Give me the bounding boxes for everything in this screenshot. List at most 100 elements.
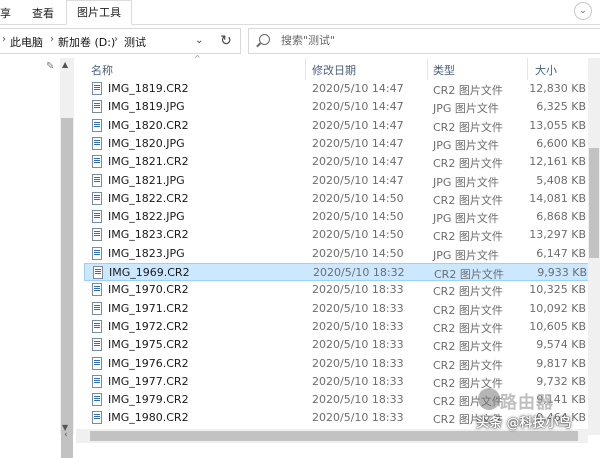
navigation-scrollbar[interactable]: ▲ ▼ [60,58,74,458]
search-input[interactable] [281,32,581,48]
file-name: IMG_1821.CR2 [108,155,189,169]
tab-view[interactable]: 查看 [32,5,54,21]
file-row[interactable]: IMG_1822.CR2 2020/5/10 14:50 CR2 图片文件 14,08… [84,190,592,208]
tab-share[interactable]: 享 [0,5,11,21]
file-name: IMG_1821.JPG [108,173,185,187]
file-size: 13,297 KB [529,228,586,242]
image-file-icon [92,246,102,260]
file-modified-date: 2020/5/10 14:50 [312,228,404,242]
file-row[interactable]: IMG_1823.CR2 2020/5/10 14:50 CR2 图片文件 13,29… [84,226,592,244]
file-row[interactable]: IMG_1821.CR2 2020/5/10 14:47 CR2 图片文件 12,16… [84,153,592,171]
file-row[interactable]: IMG_1823.JPG 2020/5/10 14:50 JPG 图片文件 6,147… [84,245,592,263]
file-type: CR2 图片文件 [433,303,503,317]
file-row[interactable]: IMG_1972.CR2 2020/5/10 18:33 CR2 图片文件 10,60… [84,318,592,336]
search-box[interactable] [248,28,600,54]
navigation-scroll-thumb[interactable] [61,118,73,458]
file-size: 10,605 KB [529,319,586,333]
file-name: IMG_1819.JPG [108,100,185,114]
breadcrumb-separator-icon: › [2,34,6,45]
file-name: IMG_1972.CR2 [108,319,189,333]
file-row[interactable]: IMG_1819.JPG 2020/5/10 14:47 JPG 图片文件 6,325… [84,98,592,116]
file-size: 13,055 KB [529,118,586,132]
watermark-text: 头条 @科技小鸟 [476,416,572,431]
scroll-left-icon[interactable]: ‹ [64,430,68,440]
file-type: CR2 图片文件 [434,268,504,281]
column-header-size[interactable]: 大小 [535,62,557,78]
file-row[interactable]: IMG_1821.JPG 2020/5/10 14:47 JPG 图片文件 5,408… [84,172,592,190]
column-header-type[interactable]: 类型 [433,62,455,78]
search-icon [259,34,270,45]
breadcrumb-this-pc[interactable]: 此电脑 [10,34,43,50]
file-row[interactable]: IMG_1969.CR2 2020/5/10 18:32 CR2 图片文件 9,933… [84,263,592,281]
breadcrumb-folder[interactable]: 测试 [124,34,146,50]
file-row[interactable]: IMG_1822.JPG 2020/5/10 14:50 JPG 图片文件 6,868… [84,208,592,226]
file-modified-date: 2020/5/10 18:33 [312,411,404,425]
file-row[interactable]: IMG_1970.CR2 2020/5/10 18:33 CR2 图片文件 10,32… [84,281,592,299]
image-file-icon [92,338,102,352]
horizontal-scroll-thumb[interactable] [90,431,578,441]
breadcrumb-drive[interactable]: 新加卷 (D:) [58,34,115,50]
file-list-scrollbar[interactable] [588,58,600,435]
ribbon-expand-chevron-icon[interactable]: ⌄ [574,2,592,20]
column-divider[interactable] [305,58,306,80]
file-type: JPG 图片文件 [433,102,499,116]
scroll-up-icon[interactable]: ▲ [62,60,68,69]
file-type: JPG 图片文件 [433,175,499,189]
breadcrumb-separator-icon[interactable]: › [50,34,54,45]
breadcrumb-separator-icon[interactable]: › [114,34,118,45]
image-file-icon [92,393,102,407]
file-modified-date: 2020/5/10 14:50 [312,210,404,224]
file-modified-date: 2020/5/10 18:32 [313,266,405,279]
file-row[interactable]: IMG_1820.JPG 2020/5/10 14:47 JPG 图片文件 6,600… [84,135,592,153]
file-row[interactable]: IMG_1976.CR2 2020/5/10 18:33 CR2 图片文件 9,817… [84,355,592,373]
file-name: IMG_1977.CR2 [108,374,189,388]
tab-picture-tools[interactable]: 图片工具 [66,0,132,25]
column-header-name[interactable]: 名称 [91,62,113,78]
file-name: IMG_1979.CR2 [108,393,189,407]
file-modified-date: 2020/5/10 14:47 [312,82,404,95]
image-file-icon [92,82,102,95]
file-modified-date: 2020/5/10 18:33 [312,374,404,388]
file-type: CR2 图片文件 [433,285,503,299]
column-divider[interactable] [427,58,428,80]
file-name: IMG_1969.CR2 [109,266,190,279]
file-name: IMG_1823.CR2 [108,228,189,242]
file-name: IMG_1822.JPG [108,210,185,224]
file-name: IMG_1823.JPG [108,246,185,260]
column-divider[interactable] [527,58,528,80]
file-size: 10,092 KB [529,301,586,315]
file-modified-date: 2020/5/10 18:33 [312,338,404,352]
file-list-scroll-thumb[interactable] [589,148,599,258]
address-dropdown-icon[interactable]: ⌄ [195,35,203,46]
image-file-icon [92,319,102,333]
address-bar[interactable]: › 此电脑 › 新加卷 (D:) › 测试 ⌄ [0,28,241,54]
pin-icon[interactable]: ✎ [46,61,54,72]
file-size: 12,830 KB [529,82,586,95]
file-row[interactable]: IMG_1820.CR2 2020/5/10 14:47 CR2 图片文件 13,05… [84,117,592,135]
file-type: CR2 图片文件 [433,84,503,97]
file-modified-date: 2020/5/10 14:47 [312,136,404,150]
file-name: IMG_1980.CR2 [108,411,189,425]
file-size: 9,933 KB [537,266,587,279]
column-headers: ^ 名称 修改日期 类型 大小 [84,54,586,80]
image-file-icon [92,228,102,242]
file-row[interactable]: IMG_1971.CR2 2020/5/10 18:33 CR2 图片文件 10,09… [84,300,592,318]
watermark-logo [478,388,500,410]
file-modified-date: 2020/5/10 18:33 [312,319,404,333]
file-size: 9,817 KB [536,356,586,370]
file-row[interactable]: IMG_1819.CR2 2020/5/10 14:47 CR2 图片文件 12,83… [84,80,592,98]
column-header-date[interactable]: 修改日期 [312,62,356,78]
image-file-icon [92,155,102,169]
refresh-icon[interactable]: ↻ [214,30,238,52]
file-modified-date: 2020/5/10 14:47 [312,118,404,132]
file-type: CR2 图片文件 [433,157,503,171]
ribbon-bar: 享 查看 图片工具 ⌄ [0,0,600,25]
horizontal-scrollbar[interactable]: ‹ [64,429,588,443]
image-file-icon [92,283,102,297]
file-modified-date: 2020/5/10 18:33 [312,356,404,370]
file-size: 6,600 KB [536,136,586,150]
file-row[interactable]: IMG_1975.CR2 2020/5/10 18:33 CR2 图片文件 9,574… [84,336,592,354]
file-name: IMG_1820.JPG [108,136,185,150]
sort-ascending-icon: ^ [194,54,201,63]
file-modified-date: 2020/5/10 18:33 [312,393,404,407]
